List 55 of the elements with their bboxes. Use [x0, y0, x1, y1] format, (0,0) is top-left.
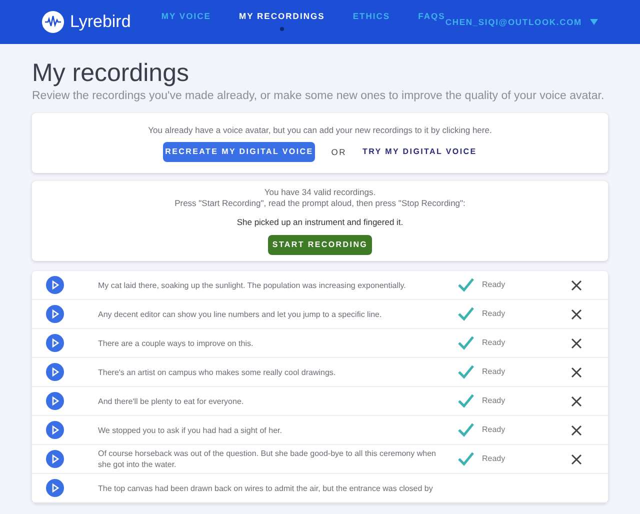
- prompt-sentence: She picked up an instrument and fingered it.: [236, 216, 404, 228]
- checkmark-icon: [458, 423, 474, 437]
- checkmark-icon: [458, 365, 474, 379]
- play-button[interactable]: [46, 305, 64, 323]
- nav-tab[interactable]: MY VOICE: [161, 11, 211, 22]
- start-recording-button[interactable]: START RECORDING: [268, 235, 372, 256]
- checkmark-icon: [458, 307, 474, 321]
- try-voice-link[interactable]: TRY MY DIGITAL VOICE: [362, 146, 477, 158]
- page-title: My recordings: [32, 58, 190, 88]
- play-button[interactable]: [46, 479, 64, 497]
- nav-tab[interactable]: ETHICS: [352, 11, 390, 22]
- status-text: Ready: [482, 424, 506, 436]
- logo-text: Lyrebird: [70, 11, 131, 34]
- recording-text: The top canvas had been drawn back on wires to admit the air, but the entrance was closed by: [98, 482, 434, 494]
- or-separator: OR: [331, 146, 347, 159]
- play-button[interactable]: [46, 363, 64, 381]
- checkmark-icon: [458, 394, 474, 408]
- delete-icon[interactable]: [571, 338, 582, 348]
- status-text: Ready: [482, 366, 506, 378]
- delete-icon[interactable]: [571, 424, 582, 436]
- status-text: Ready: [482, 279, 506, 291]
- recording-text: There's an artist on campus who makes some really cool drawings.: [98, 366, 337, 378]
- play-button[interactable]: [46, 276, 64, 294]
- status-text: Ready: [482, 337, 506, 349]
- recording-text: My cat laid there, soaking up the sunlight. The population was increasing exponentially.: [98, 280, 407, 290]
- nav-tab[interactable]: MY RECORDINGS: [238, 11, 325, 31]
- checkmark-icon: [458, 336, 474, 350]
- status-text: Ready: [482, 308, 506, 320]
- dropdown-caret-icon: [590, 19, 598, 25]
- play-button[interactable]: [46, 392, 64, 410]
- logo-icon: [42, 11, 64, 33]
- delete-icon[interactable]: [571, 308, 582, 320]
- checkmark-icon: [458, 452, 474, 466]
- delete-icon[interactable]: [571, 396, 582, 406]
- delete-icon[interactable]: [571, 280, 582, 290]
- status-text: Ready: [482, 453, 506, 465]
- recording-text: There are a couple ways to improve on this.: [98, 338, 254, 348]
- delete-icon[interactable]: [571, 454, 582, 464]
- recording-text: Of course horseback was out of the question. But she bade good-bye to all this ceremony when she got into the water.: [98, 448, 437, 470]
- avatar-message: You already have a voice avatar, but you can add your new recordings to it by clicking here.: [148, 124, 492, 136]
- play-button[interactable]: [46, 334, 64, 352]
- recreate-voice-button[interactable]: RECREATE MY DIGITAL VOICE: [163, 142, 316, 162]
- recording-text: Any decent editor can show you line numbers and let you jump to a specific line.: [98, 308, 383, 320]
- play-button[interactable]: [46, 450, 64, 468]
- nav-tab[interactable]: FAQS: [418, 11, 446, 22]
- delete-icon[interactable]: [571, 366, 582, 378]
- status-text: Ready: [482, 395, 506, 407]
- recording-text: And there'll be plenty to eat for everyone.: [98, 396, 245, 406]
- account-menu[interactable]: CHEN_SIQI@OUTLOOK.COM: [445, 16, 582, 28]
- recording-text: We stopped you to ask if you had had a sight of her.: [98, 424, 283, 436]
- checkmark-icon: [458, 278, 474, 292]
- recordings-count: You have 34 valid recordings.: [264, 186, 376, 198]
- play-button[interactable]: [46, 421, 64, 439]
- recording-instruction: Press "Start Recording", read the prompt aloud, then press "Stop Recording":: [174, 198, 466, 209]
- page-subtitle: Review the recordings you've made already, or make some new ones to improve the quality of your voice avatar.: [32, 89, 606, 104]
